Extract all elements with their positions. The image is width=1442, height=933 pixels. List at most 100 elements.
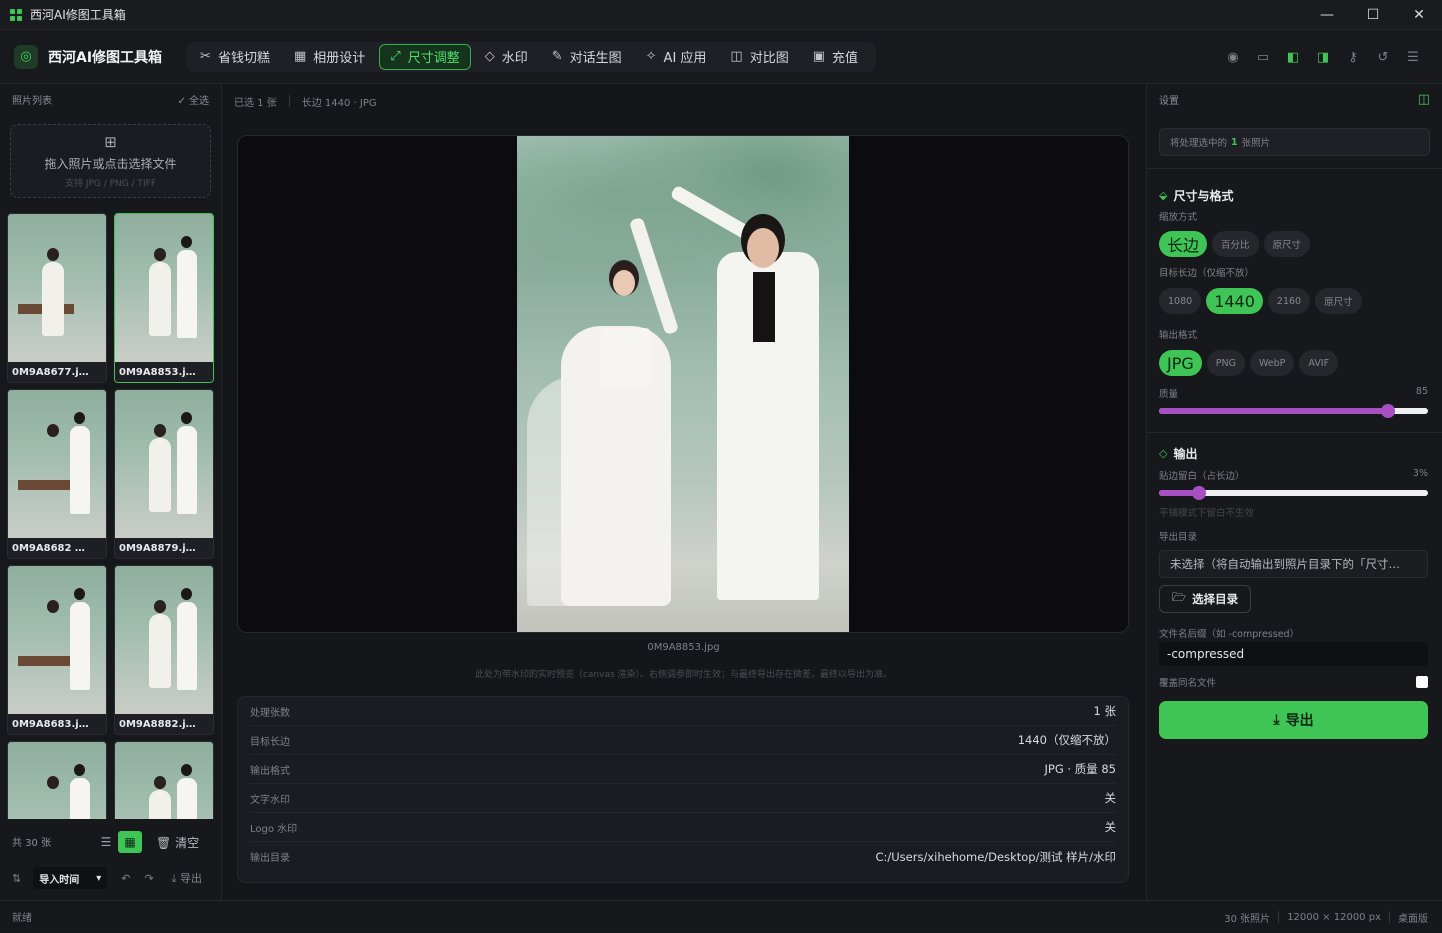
target-label: 目标长边（仅缩不放） [1159, 268, 1255, 279]
tab-recharge[interactable]: ▣ 充值 [803, 44, 868, 70]
margin-slider[interactable] [1159, 486, 1428, 500]
summary-value: 关 [1104, 791, 1117, 805]
settings-sliders-icon[interactable]: ☰ [1398, 50, 1428, 65]
left-panel-icon[interactable]: ◧ [1278, 50, 1308, 65]
thumbnail-image [115, 742, 213, 819]
tab-label: AI 应用 [663, 51, 707, 66]
choose-dir-button[interactable]: 🗁 选择目录 [1159, 585, 1251, 613]
export-list-button[interactable]: ⤓ 导出 [172, 870, 202, 886]
right-panel-icon[interactable]: ◨ [1308, 50, 1338, 65]
settings-title: 设置 [1159, 95, 1179, 107]
sort-icon[interactable]: ⇅ [12, 872, 21, 885]
tab-watermark[interactable]: ◇ 水印 [475, 44, 538, 70]
grid-icon: ▦ [293, 49, 307, 64]
tab-chat-image[interactable]: ✎ 对话生图 [542, 44, 632, 70]
size-format-section: ⬙ 尺寸与格式 [1147, 187, 1442, 204]
drop-hint: 支持 JPG / PNG / TIFF [64, 179, 157, 189]
thumbnail-name: 0M9A8677.j… [8, 362, 106, 382]
download-icon: ⤓ [1273, 712, 1280, 728]
clear-button[interactable]: 🗑 清空 [156, 834, 199, 851]
thumbnail[interactable]: 0M9A8882.j… [114, 565, 214, 735]
settings-panel: 设置 ◫ 将处理选中的 1 张照片 ⬙ 尺寸与格式 缩放方式 长边 百分比 原尺寸 目… [1146, 84, 1442, 900]
thumbnail-image [8, 566, 106, 714]
target-option-2160[interactable]: 2160 [1267, 288, 1311, 314]
summary-key: 输出格式 [250, 765, 290, 777]
close-button[interactable]: ✕ [1396, 0, 1442, 30]
tab-label: 水印 [501, 51, 528, 66]
thumbnail[interactable] [7, 741, 107, 819]
photo-list-panel: 照片列表 ✓ 全选 ⊞ 拖入照片或点击选择文件 支持 JPG / PNG / T… [0, 84, 222, 900]
tab-resize[interactable]: ⤢ 尺寸调整 [379, 43, 471, 70]
format-option-jpg[interactable]: JPG [1159, 350, 1202, 376]
scale-option-original[interactable]: 原尺寸 [1263, 231, 1311, 257]
thumbnail[interactable]: 0M9A8683.j… [7, 565, 107, 735]
app-icon [10, 8, 22, 21]
summary-key: 文字水印 [250, 794, 290, 806]
summary-row: 处理张数 1 张 [250, 697, 1116, 726]
thumbnail-image [8, 214, 106, 362]
suffix-input[interactable]: -compressed [1159, 642, 1428, 666]
target-option-1080[interactable]: 1080 [1159, 288, 1202, 314]
list-view-icon[interactable]: ☰ [94, 831, 118, 853]
scale-option-long-edge[interactable]: 长边 [1159, 231, 1208, 257]
preview-canvas[interactable] [237, 135, 1129, 633]
tab-ai-apps[interactable]: ✧ AI 应用 [636, 44, 717, 70]
add-image-icon: ⊞ [104, 133, 117, 151]
quality-slider[interactable] [1159, 404, 1428, 418]
tab-label: 对话生图 [569, 51, 622, 66]
image-meta: 长边 1440 · JPG [301, 97, 377, 109]
target-option-original[interactable]: 原尺寸 [1315, 288, 1362, 314]
thumbnail[interactable] [114, 741, 214, 819]
photo-count: 共 30 张 [12, 837, 52, 849]
format-options: JPG PNG WebP AVIF [1147, 350, 1442, 376]
export-button[interactable]: ⤓ 导出 [1159, 701, 1428, 739]
slider-handle[interactable] [1192, 486, 1207, 500]
slider-handle[interactable] [1380, 404, 1395, 418]
thumbnail-name: 0M9A8882.j… [115, 714, 213, 734]
drop-zone[interactable]: ⊞ 拖入照片或点击选择文件 支持 JPG / PNG / TIFF [10, 124, 211, 198]
target-option-1440[interactable]: 1440 [1206, 288, 1263, 314]
resize-icon: ⤢ [390, 49, 401, 64]
sort-value: 导入时间 [39, 874, 80, 886]
key-icon[interactable]: ⚷ [1338, 50, 1368, 65]
summary-value: JPG · 质量 85 [1044, 762, 1117, 776]
tab-compare[interactable]: ◫ 对比图 [720, 44, 798, 70]
preview-panel: 已选 1 张 长边 1440 · JPG 0M9A8853.jpg 此处为带水印… [222, 84, 1145, 900]
overwrite-checkbox[interactable] [1416, 676, 1428, 688]
format-option-avif[interactable]: AVIF [1299, 350, 1339, 376]
format-option-webp[interactable]: WebP [1249, 350, 1295, 376]
thumbnail-image [8, 390, 106, 538]
summary-row: 目标长边 1440（仅缩不放） [250, 726, 1116, 755]
thumbnail[interactable]: 0M9A8677.j… [7, 213, 107, 383]
minimize-button[interactable]: — [1304, 0, 1350, 30]
title-bar: 西河AI修图工具箱 — ☐ ✕ [0, 0, 1442, 30]
camera-icon[interactable]: ◉ [1218, 50, 1248, 65]
maximize-button[interactable]: ☐ [1350, 0, 1396, 30]
tab-money-cut[interactable]: ✂ 省钱切糕 [190, 44, 280, 70]
grid-view-icon[interactable]: ▦ [118, 831, 142, 853]
thumbnail[interactable]: 0M9A8853.j… [114, 213, 214, 383]
format-option-png[interactable]: PNG [1206, 350, 1245, 376]
undo-icon[interactable]: ↶ [121, 872, 130, 885]
thumbnail[interactable]: 0M9A8682 … [7, 389, 107, 559]
main-toolbar: ◎ 西河AI修图工具箱 ✂ 省钱切糕 ▦ 相册设计 ⤢ 尺寸调整 ◇ 水印 ✎ 对话生图 … [0, 30, 1442, 84]
quality-label: 质量 [1159, 389, 1179, 400]
panel-toggle-icon[interactable]: ◫ [1418, 92, 1430, 107]
redo-icon[interactable]: ↷ [144, 872, 153, 885]
thumbnail-name: 0M9A8879.j… [115, 538, 213, 558]
tab-album-design[interactable]: ▦ 相册设计 [284, 44, 375, 70]
wallet-icon: ▣ [812, 49, 826, 64]
export-dir-field[interactable]: 未选择（将自动输出到照片目录下的「尺寸… [1159, 550, 1428, 578]
overwrite-label: 覆盖同名文件 [1159, 678, 1217, 689]
video-icon[interactable]: ▭ [1248, 50, 1278, 65]
summary-row: 文字水印 关 [250, 784, 1116, 813]
export-label: 导出 [1285, 713, 1314, 729]
select-all-button[interactable]: ✓ 全选 [177, 92, 209, 107]
folder-icon: 🗁 [1171, 589, 1187, 604]
scale-options: 长边 百分比 原尺寸 [1147, 231, 1442, 257]
scale-option-percent[interactable]: 百分比 [1212, 231, 1259, 257]
sort-select[interactable]: 导入时间 ▾ [33, 867, 108, 889]
thumbnail[interactable]: 0M9A8879.j… [114, 389, 214, 559]
summary-table: 处理张数 1 张 目标长边 1440（仅缩不放） 输出格式 JPG · 质量 85 文… [237, 696, 1129, 883]
history-icon[interactable]: ↺ [1368, 50, 1398, 65]
